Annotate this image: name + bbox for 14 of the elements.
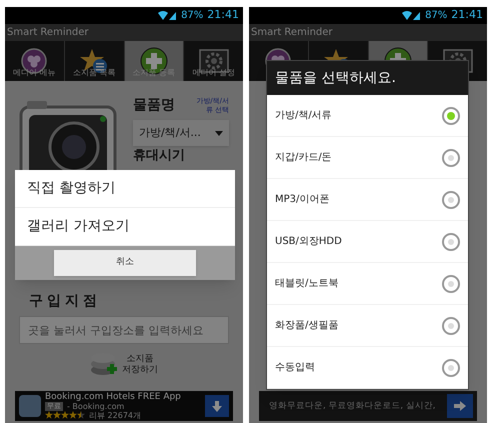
purchase-place-label: 구입지점	[28, 292, 102, 311]
review-count: 리뷰 22674개	[89, 410, 141, 420]
item-name-label: 물품명	[133, 96, 175, 115]
battery-level: 87%	[181, 9, 204, 23]
clock: 21:41	[207, 7, 239, 24]
app-title: Smart Reminder	[251, 26, 333, 40]
ad-text: 영화무료다운, 무료영화다운로드, 실시간,	[269, 400, 437, 412]
carry-time-label: 휴대시기	[133, 148, 186, 163]
ad-title: Booking.com Hotels FREE App	[45, 392, 182, 402]
app-title: Smart Reminder	[7, 26, 89, 40]
clock: 21:41	[451, 7, 483, 24]
ad-publisher: - Booking.com	[67, 402, 124, 410]
battery-level: 87%	[425, 9, 448, 23]
dialog-title: 물품을 선택하세요.	[267, 61, 468, 95]
